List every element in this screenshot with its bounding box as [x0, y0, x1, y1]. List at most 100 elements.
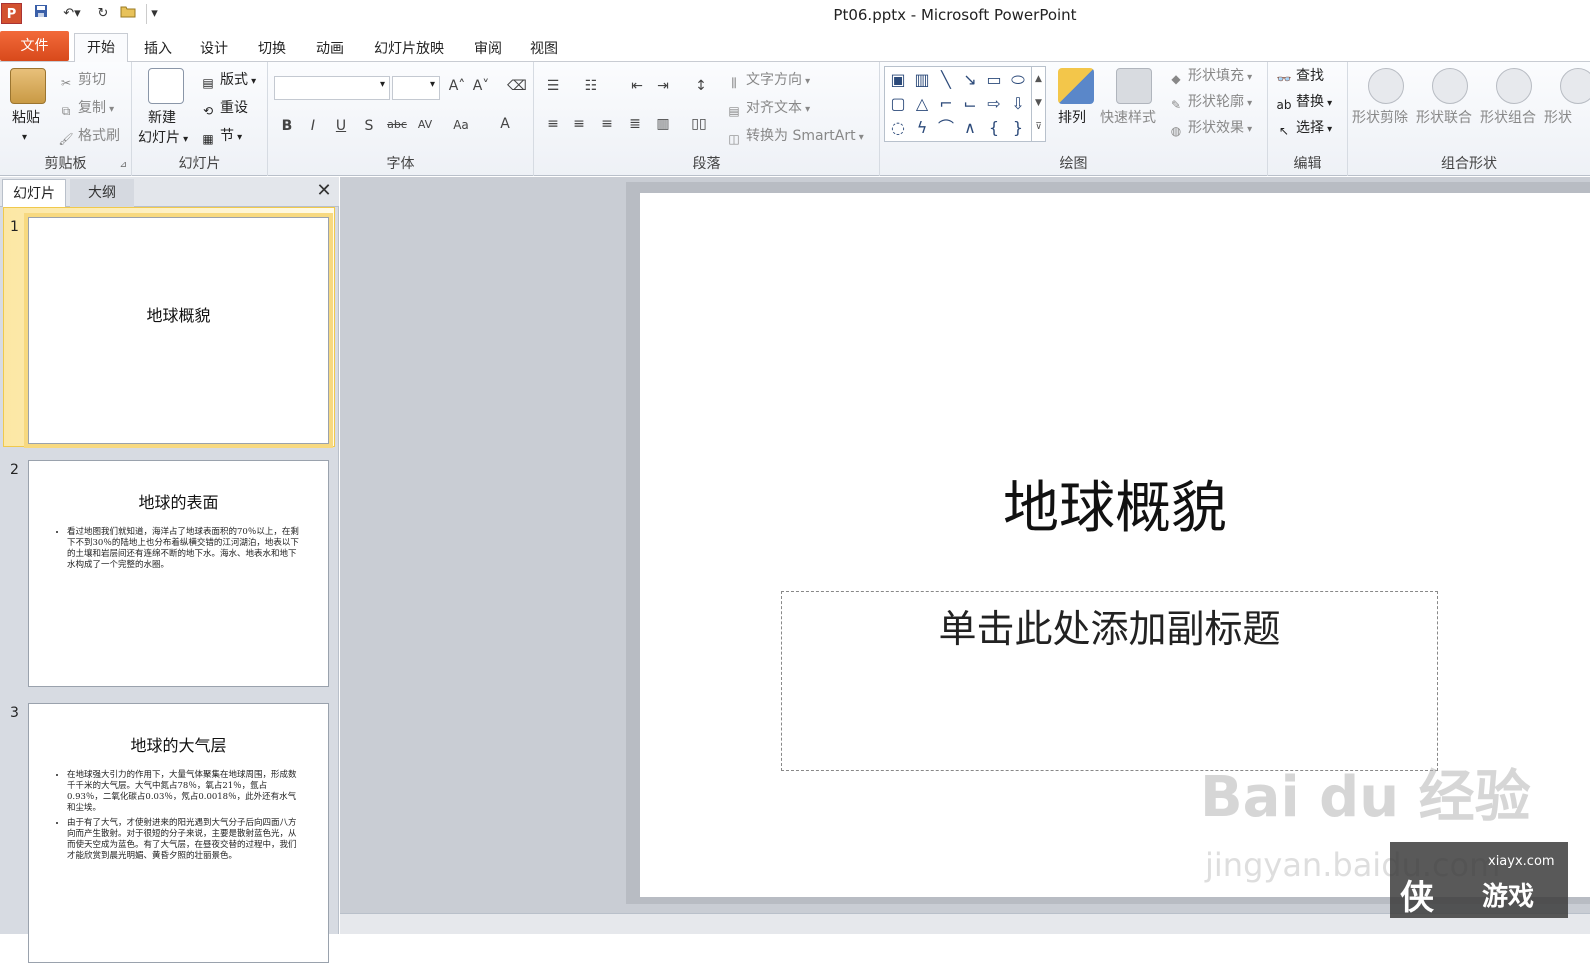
combine-shapes-icon[interactable]	[1496, 68, 1532, 104]
shape-subtract-button[interactable]: 形状剪除	[1352, 108, 1408, 128]
arrange-button[interactable]: 排列	[1058, 108, 1086, 128]
arrow-line-shape-icon[interactable]: ↘	[959, 69, 981, 91]
vertical-textbox-shape-icon[interactable]: ▥	[911, 69, 933, 91]
curve-shape-icon[interactable]: ∧	[959, 117, 981, 139]
justify-icon[interactable]: ≣	[624, 116, 646, 132]
section-button[interactable]: ▦ 节 ▾	[200, 126, 242, 148]
new-slide-dropdown[interactable]: 幻灯片 ▾	[138, 128, 188, 150]
paste-button[interactable]: 粘贴	[12, 108, 40, 128]
replace-button[interactable]: ab 替换 ▾	[1276, 92, 1333, 114]
font-name-box[interactable]: ▾	[274, 76, 390, 100]
new-slide-icon[interactable]	[148, 68, 184, 104]
underline-icon[interactable]: U	[330, 118, 352, 134]
rectangle-shape-icon[interactable]: ▭	[983, 69, 1005, 91]
tab-review[interactable]: 审阅	[466, 36, 510, 62]
cut-button[interactable]: ✂ 剪切	[58, 70, 106, 91]
textbox-shape-icon[interactable]: ▣	[887, 69, 909, 91]
arrange-icon[interactable]	[1058, 68, 1094, 104]
tab-home[interactable]: 开始	[74, 33, 128, 63]
distributed-icon[interactable]: ▥	[652, 116, 674, 132]
clear-formatting-icon[interactable]: ⌫	[506, 78, 528, 94]
change-case-icon[interactable]: Aa	[450, 118, 472, 132]
select-button[interactable]: ↖ 选择 ▾	[1276, 118, 1332, 140]
drawing-group-label: 绘图	[1059, 156, 1088, 172]
font-color-icon[interactable]: A	[494, 116, 516, 132]
tab-animations[interactable]: 动画	[308, 36, 352, 62]
right-arrow-shape-icon[interactable]: ⇨	[983, 93, 1005, 115]
subtitle-placeholder-box[interactable]: 单击此处添加副标题	[781, 591, 1438, 771]
shape-fill-button[interactable]: ◆ 形状填充 ▾	[1168, 66, 1252, 88]
increase-indent-icon[interactable]: ⇥	[652, 78, 674, 94]
shape-union-button[interactable]: 形状联合	[1416, 108, 1472, 128]
grow-font-icon[interactable]: A˄	[446, 78, 468, 94]
new-slide-button[interactable]: 新建	[148, 108, 176, 128]
char-spacing-icon[interactable]: AV	[414, 118, 436, 131]
strikethrough-icon[interactable]: abc	[386, 118, 408, 131]
oval-shape-icon[interactable]: ⬭	[1007, 69, 1029, 91]
union-shapes-icon[interactable]	[1432, 68, 1468, 104]
elbow-arrow-shape-icon[interactable]: ⌙	[959, 93, 981, 115]
shape-combine-button[interactable]: 形状组合	[1480, 108, 1536, 128]
right-brace-shape-icon[interactable]: }	[1007, 117, 1029, 139]
subtract-shapes-icon[interactable]	[1368, 68, 1404, 104]
tab-design[interactable]: 设计	[192, 36, 236, 62]
title-bar: P ↶▾ ↻ ▾ Pt06.pptx - Microsoft PowerPoin…	[0, 0, 1590, 30]
elbow-connector-shape-icon[interactable]: ⌐	[935, 93, 957, 115]
triangle-shape-icon[interactable]: △	[911, 93, 933, 115]
tab-file[interactable]: 文件	[0, 31, 69, 61]
decrease-indent-icon[interactable]: ⇤	[626, 78, 648, 94]
align-left-icon[interactable]: ≡	[542, 116, 564, 132]
gallery-scroll[interactable]: ▲ ▼ ⊽	[1031, 67, 1045, 141]
copy-button[interactable]: ⧉ 复制 ▾	[58, 98, 115, 120]
shape-outline-button[interactable]: ✎ 形状轮廓 ▾	[1168, 92, 1252, 114]
line-shape-icon[interactable]: ╲	[935, 69, 957, 91]
paste-dropdown-icon[interactable]: ▾	[22, 128, 27, 148]
left-brace-shape-icon[interactable]: {	[983, 117, 1005, 139]
line-spacing-icon[interactable]: ↕	[690, 78, 712, 94]
tab-view[interactable]: 视图	[522, 36, 566, 62]
scribble-shape-icon[interactable]: ϟ	[911, 117, 933, 139]
tab-transitions[interactable]: 切换	[250, 36, 294, 62]
shapes-gallery[interactable]: ▣ ▥ ╲ ↘ ▭ ⬭ ▢ △ ⌐ ⌙ ⇨ ⇩ ◌ ϟ ⌒ ∧ { } ▲ ▼ ⊽	[884, 66, 1046, 142]
thumbnail-canvas[interactable]: 地球的表面 看过地图我们就知道，海洋占了地球表面积的70％以上，在剩下不到30％…	[28, 460, 329, 687]
shrink-font-icon[interactable]: A˅	[470, 78, 492, 94]
text-direction-button[interactable]: ⫼ 文字方向 ▾	[726, 70, 810, 92]
ribbon-tabs: 文件 开始 插入 设计 切换 动画 幻灯片放映 审阅 视图	[0, 30, 1590, 63]
tab-insert[interactable]: 插入	[136, 36, 180, 62]
arc-shape-icon[interactable]: ⌒	[935, 117, 957, 139]
numbering-icon[interactable]: ☷	[580, 78, 602, 94]
quick-styles-icon[interactable]	[1116, 68, 1152, 104]
close-icon[interactable]: ✕	[315, 182, 333, 200]
slide-title[interactable]: 地球概貌	[640, 463, 1590, 544]
font-size-box[interactable]: ▾	[392, 76, 440, 100]
shape-effects-button[interactable]: ◍ 形状效果 ▾	[1168, 118, 1252, 140]
reset-button[interactable]: ⟲ 重设	[200, 98, 248, 119]
freeform-shape-icon[interactable]: ◌	[887, 117, 909, 139]
shadow-icon[interactable]: S	[358, 118, 380, 134]
format-painter-button[interactable]: 🖌 格式刷	[58, 126, 120, 147]
thumbnail-canvas[interactable]: 地球概貌	[28, 217, 329, 444]
italic-icon[interactable]: I	[302, 118, 324, 134]
find-button[interactable]: 👓 查找	[1276, 66, 1324, 87]
align-center-icon[interactable]: ≡	[568, 116, 590, 132]
subtitle-placeholder-text[interactable]: 单击此处添加副标题	[782, 598, 1437, 653]
bullets-icon[interactable]: ☰	[542, 78, 564, 94]
tab-slides-pane[interactable]: 幻灯片	[2, 179, 66, 207]
tab-outline-pane[interactable]: 大纲	[70, 179, 134, 207]
convert-smartart-button[interactable]: ◫ 转换为 SmartArt ▾	[726, 126, 864, 148]
align-text-button[interactable]: ▤ 对齐文本 ▾	[726, 98, 810, 120]
tab-slideshow[interactable]: 幻灯片放映	[366, 36, 452, 62]
align-right-icon[interactable]: ≡	[596, 116, 618, 132]
thumbnail-canvas[interactable]: 地球的大气层 在地球强大引力的作用下，大量气体聚集在地球周围，形成数千千米的大气…	[28, 703, 329, 963]
intersect-shapes-icon[interactable]	[1560, 68, 1590, 104]
layout-button[interactable]: ▤ 版式 ▾	[200, 70, 256, 92]
columns-icon[interactable]: ▯▯	[688, 116, 710, 132]
paste-icon[interactable]	[10, 68, 46, 104]
quick-styles-button[interactable]: 快速样式	[1100, 108, 1156, 128]
down-arrow-shape-icon[interactable]: ⇩	[1007, 93, 1029, 115]
dialog-launcher-icon[interactable]: ⊿	[119, 160, 127, 170]
bold-icon[interactable]: B	[276, 118, 298, 134]
shape-intersect-button[interactable]: 形状	[1544, 108, 1590, 128]
site-logo-char: 侠	[1400, 878, 1434, 918]
rounded-rect-shape-icon[interactable]: ▢	[887, 93, 909, 115]
